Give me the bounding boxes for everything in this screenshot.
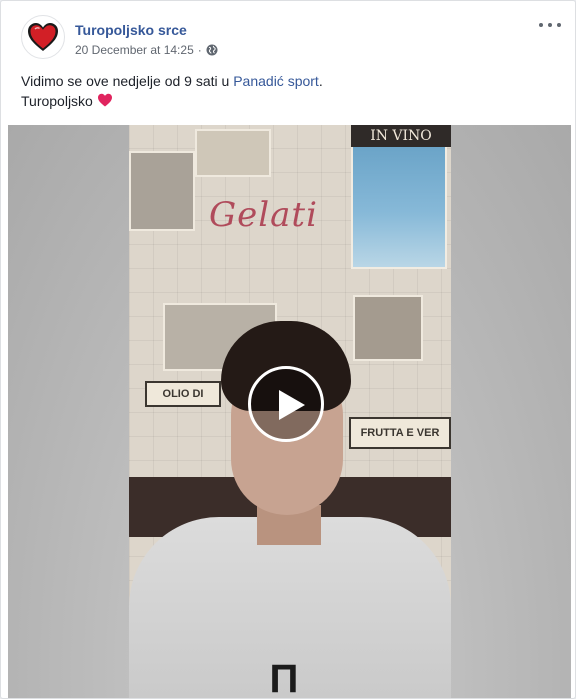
poster-photo xyxy=(129,151,195,231)
post-text: Vidimo se ove nedjelje od 9 sati u Panad… xyxy=(21,71,559,111)
globe-icon[interactable] xyxy=(206,44,218,56)
red-heart-icon xyxy=(97,92,113,108)
poster-frutta: FRUTTA E VER xyxy=(349,417,451,449)
play-icon xyxy=(279,390,305,420)
post-header: Turopoljsko srce 20 December at 14:25 · xyxy=(1,1,575,71)
heart-logo-icon xyxy=(28,23,58,51)
play-button[interactable] xyxy=(248,366,324,442)
meta-separator: · xyxy=(197,43,202,57)
poster-gelati: Gelati xyxy=(209,195,318,235)
page-avatar[interactable] xyxy=(21,15,65,59)
post-timestamp[interactable]: 20 December at 14:25 xyxy=(75,42,194,58)
feed-post: Turopoljsko srce 20 December at 14:25 · … xyxy=(0,0,576,699)
sweater-print: Π xyxy=(269,657,317,698)
poster-photo xyxy=(351,145,447,269)
poster-in-vino: IN VINO xyxy=(351,125,451,147)
post-text-line-1: Vidimo se ove nedjelje od 9 sati u Panad… xyxy=(21,73,323,89)
poster-photo xyxy=(353,295,423,361)
post-text-line-2: Turopoljsko xyxy=(21,91,559,111)
poster-photo xyxy=(195,129,271,177)
page-name-link[interactable]: Turopoljsko srce xyxy=(75,22,187,38)
video-player[interactable]: IN VINO Gelati OLIO DI FRUTTA E VER Π xyxy=(8,125,571,698)
mention-link[interactable]: Panadić sport xyxy=(233,73,319,89)
more-options-icon[interactable] xyxy=(539,17,561,33)
poster-olio: OLIO DI xyxy=(145,381,221,407)
post-meta: 20 December at 14:25 · xyxy=(75,42,218,58)
